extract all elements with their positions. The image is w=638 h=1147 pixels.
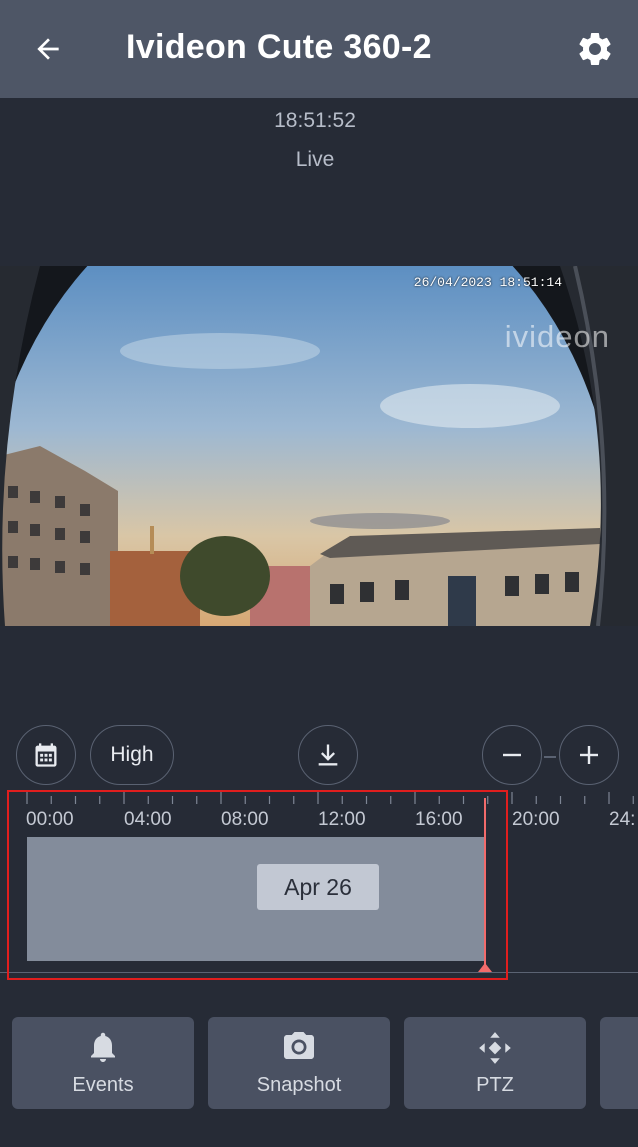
camera-icon	[284, 1032, 314, 1059]
minus-icon	[503, 753, 521, 757]
archive-timeline[interactable]: 00:00 04:00 08:00 12:00 16:00 20:00 24: …	[0, 790, 638, 980]
plus-icon	[580, 746, 598, 764]
top-app-bar: Ivideon Cute 360-2	[0, 0, 638, 98]
events-label: Events	[72, 1074, 134, 1096]
timeline-label-20: 20:00	[512, 809, 560, 830]
current-time: 18:51:52	[274, 109, 356, 132]
zoom-in-button[interactable]	[559, 725, 619, 785]
bell-icon	[91, 1032, 115, 1062]
snapshot-label: Snapshot	[256, 1074, 342, 1096]
live-status: Live	[295, 148, 335, 171]
video-watermark: ivideon	[504, 319, 610, 354]
download-icon	[318, 744, 338, 766]
quality-label: High	[110, 743, 154, 766]
ptz-arrows-icon	[479, 1032, 511, 1064]
page-title: Ivideon Cute 360-2	[126, 28, 432, 66]
zoom-out-button[interactable]	[482, 725, 542, 785]
camera-video[interactable]: 26/04/2023 18:51:14 ivideon	[0, 266, 638, 626]
zoom-separator	[544, 756, 556, 758]
calendar-button[interactable]	[16, 725, 76, 785]
ptz-label: PTZ	[476, 1074, 514, 1096]
calendar-icon	[35, 743, 57, 767]
video-timestamp: 26/04/2023 18:51:14	[413, 275, 562, 290]
gear-icon	[579, 32, 611, 65]
arrow-left-icon	[37, 38, 59, 60]
quality-button[interactable]: High	[90, 725, 174, 785]
events-button[interactable]: Events	[12, 1017, 194, 1109]
back-button[interactable]	[28, 29, 68, 69]
download-button[interactable]	[298, 725, 358, 785]
more-actions-button[interactable]	[600, 1017, 638, 1109]
settings-button[interactable]	[573, 27, 617, 71]
ptz-button[interactable]: PTZ	[404, 1017, 586, 1109]
timeline-highlight-box	[7, 790, 508, 980]
timeline-label-24: 24:	[609, 809, 636, 830]
snapshot-button[interactable]: Snapshot	[208, 1017, 390, 1109]
